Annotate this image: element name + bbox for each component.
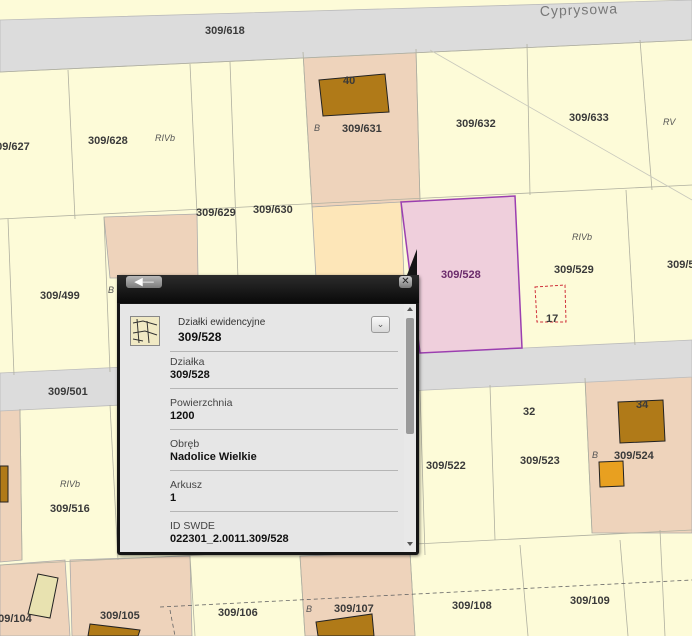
land-class-label: RIVb (572, 232, 592, 242)
parcel-label: 309/523 (520, 455, 560, 467)
land-class-label: RIVb (60, 479, 80, 489)
identify-popup[interactable]: ◀― ✕ Działki ewidencyjne 309/528 ⌄ Dział… (117, 249, 419, 555)
parcel-label: 309/630 (253, 204, 293, 216)
close-icon: ✕ (401, 276, 410, 287)
field-label: Powierzchnia (170, 397, 233, 409)
field-obreb: Obręb Nadolice Wielkie (170, 438, 398, 464)
field-label: Obręb (170, 438, 200, 450)
land-class-label: RV (663, 117, 676, 127)
field-label: Arkusz (170, 479, 203, 491)
parcel-label: 309/632 (456, 118, 496, 130)
parcel-label: 309/618 (205, 25, 245, 37)
parcel-layer-icon (130, 316, 160, 346)
building-left-mid[interactable] (0, 465, 9, 503)
lot-309-105[interactable] (69, 555, 193, 636)
parcel-label: 309/524 (614, 450, 655, 462)
popup-content[interactable]: Działki ewidencyjne 309/528 ⌄ Działka 30… (120, 304, 416, 552)
field-value: 1 (170, 492, 177, 504)
parcel-label: 309/499 (40, 290, 80, 302)
field-value: 022301_2.0011.309/528 (170, 533, 289, 545)
land-class-label: B (592, 450, 598, 460)
parcel-label: 309/631 (342, 123, 382, 135)
separator (170, 388, 398, 389)
land-class-label: B (306, 604, 312, 614)
layer-value: 309/528 (178, 330, 222, 344)
scroll-up-icon[interactable] (407, 307, 413, 311)
parcel-label: 309/5 (667, 259, 692, 271)
field-value: 309/528 (170, 369, 210, 381)
building-number: 17 (546, 313, 558, 325)
field-value: Nadolice Wielkie (170, 451, 257, 463)
back-button[interactable]: ◀― (126, 276, 162, 288)
land-class-label: B (314, 123, 320, 133)
close-button[interactable]: ✕ (399, 276, 412, 288)
separator (170, 470, 398, 471)
separator (170, 351, 398, 352)
land-class-label: B (108, 285, 114, 295)
popup-pointer (407, 249, 417, 275)
chevron-down-icon: ⌄ (376, 319, 385, 329)
field-id-swde: ID SWDE 022301_2.0011.309/528 (170, 520, 398, 546)
field-dzialka: Działka 309/528 (170, 356, 398, 382)
parcel-label: 309/108 (452, 600, 492, 612)
parcel-label: 309/628 (88, 135, 128, 147)
lot-highlight[interactable] (311, 201, 405, 279)
building-number: 32 (523, 406, 535, 418)
field-arkusz: Arkusz 1 (170, 479, 398, 505)
building-number: 34 (636, 399, 649, 411)
field-label: Działka (170, 356, 205, 368)
arrow-left-icon: ◀― (134, 276, 154, 288)
parcel-label: 309/633 (569, 112, 609, 124)
parcel-label: 309/105 (100, 610, 140, 622)
parcel-label: 309/501 (48, 386, 88, 398)
separator (170, 511, 398, 512)
parcel-label-selected: 309/528 (441, 269, 481, 281)
parcel-label: 309/106 (218, 607, 258, 619)
field-label: ID SWDE (170, 520, 215, 532)
land-class-label: RIVb (155, 133, 175, 143)
scrollbar[interactable] (404, 304, 416, 552)
layer-title: Działki ewidencyjne (178, 317, 266, 328)
scroll-down-icon[interactable] (407, 542, 413, 546)
parcel-label: 309/522 (426, 460, 466, 472)
parcel-label: 309/107 (334, 603, 374, 615)
parcel-label: 309/627 (0, 141, 30, 153)
parcel-label: 309/516 (50, 503, 90, 515)
street-name: Cyprysowa (540, 0, 619, 19)
parcel-label: 309/104 (0, 613, 33, 625)
expand-button[interactable]: ⌄ (371, 316, 390, 333)
field-powierzchnia: Powierzchnia 1200 (170, 397, 398, 423)
scroll-thumb[interactable] (406, 318, 414, 434)
building-number: 40 (343, 75, 355, 87)
field-value: 1200 (170, 410, 195, 422)
separator (170, 429, 398, 430)
parcel-label: 309/529 (554, 264, 594, 276)
popup-header: ◀― ✕ (117, 275, 419, 303)
lot-left-brown[interactable] (103, 213, 199, 279)
building-small-524[interactable] (598, 460, 625, 488)
parcel-label: 309/629 (196, 207, 236, 219)
parcel-label: 309/109 (570, 595, 610, 607)
